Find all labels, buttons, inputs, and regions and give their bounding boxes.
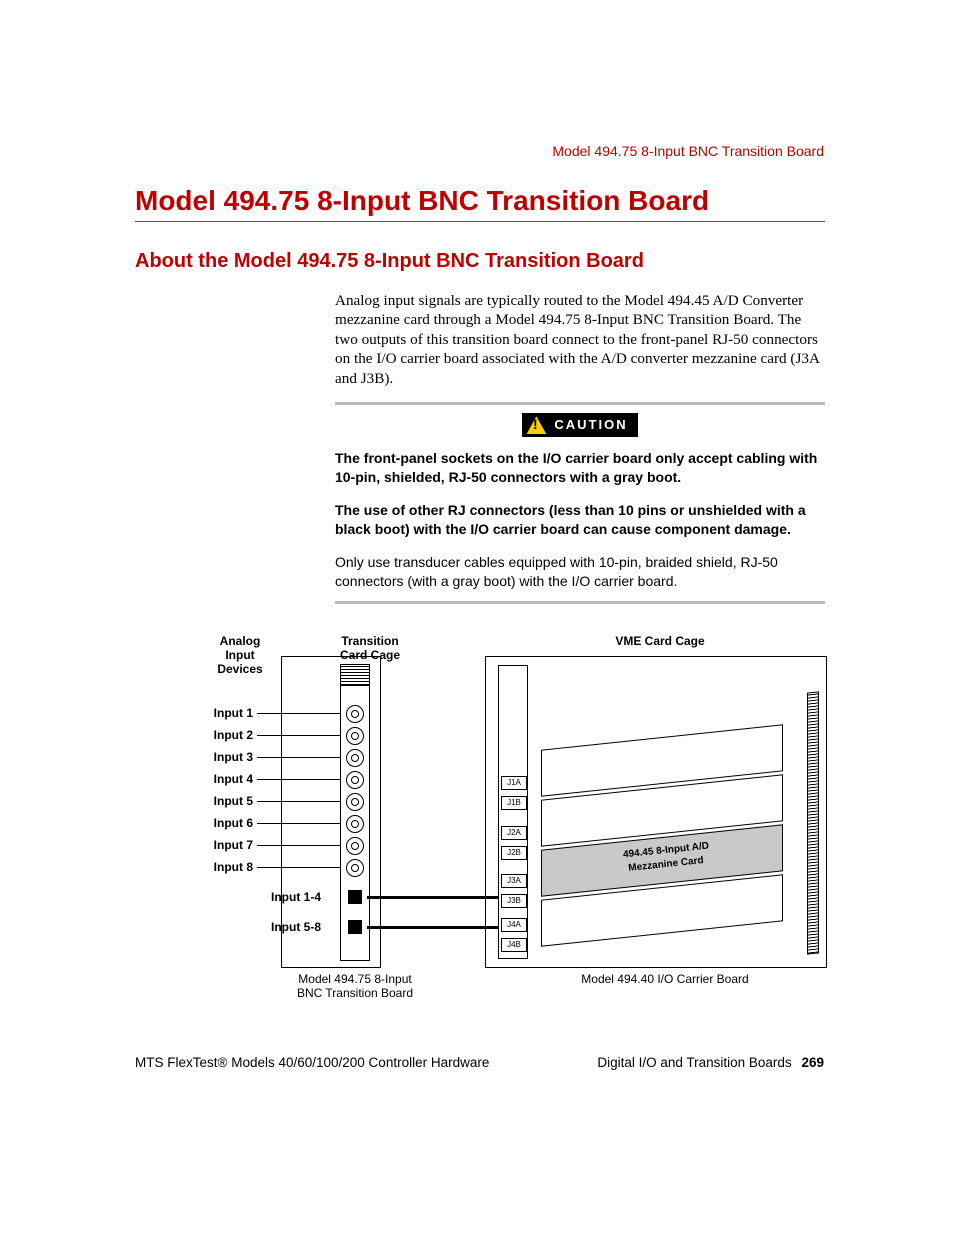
input-label: Input 1 [195, 706, 253, 720]
input-label: Input 8 [195, 860, 253, 874]
signal-line [257, 823, 341, 824]
caution-badge-wrap: ! CAUTION [335, 413, 825, 437]
signal-line [257, 735, 341, 736]
j-connector-label: J3A [501, 874, 527, 888]
output-group-label: Input 5-8 [263, 920, 321, 934]
warning-triangle-icon: ! [526, 416, 546, 434]
io-carrier-faceplate: J1A J1B J2A J2B J3A J3B J4A J4B [498, 665, 528, 959]
signal-line [257, 845, 341, 846]
caption-text: Model 494.75 8-Input [298, 972, 411, 986]
footer-left: MTS FlexTest® Models 40/60/100/200 Contr… [135, 1055, 489, 1070]
bnc-connector-icon [346, 837, 364, 855]
backplane-connector-icon [807, 691, 819, 954]
output-group-label: Input 1-4 [263, 890, 321, 904]
carrier-board-3d: 494.45 8-Input A/D Mezzanine Card [541, 687, 811, 957]
bnc-connector-icon [346, 727, 364, 745]
j-connector-label: J4A [501, 918, 527, 932]
j-connector-label: J4B [501, 938, 527, 952]
vme-card-cage-label: VME Card Cage [485, 634, 835, 648]
wiring-diagram: Analog Input Devices Transition Card Cag… [135, 634, 825, 1004]
caution-rule-top [335, 402, 825, 405]
footer-right: Digital I/O and Transition Boards 269 [597, 1055, 824, 1070]
bnc-connector-icon [346, 859, 364, 877]
heading-1: Model 494.75 8-Input BNC Transition Boar… [135, 185, 825, 217]
analog-input-devices-label: Analog Input Devices [190, 634, 290, 677]
rj50-connector-icon [348, 920, 362, 934]
signal-line [257, 801, 341, 802]
diagram-caption-right: Model 494.40 I/O Carrier Board [535, 972, 795, 986]
page-number: 269 [801, 1055, 824, 1070]
signal-line [257, 757, 341, 758]
body-text-block: Analog input signals are typically route… [335, 291, 825, 604]
j-connector-label: J1A [501, 776, 527, 790]
heading-rule [135, 221, 825, 222]
caption-text: BNC Transition Board [297, 986, 413, 1000]
input-label: Input 4 [195, 772, 253, 786]
intro-paragraph: Analog input signals are typically route… [335, 291, 825, 388]
post-caution-paragraph: Only use transducer cables equipped with… [335, 553, 825, 591]
rj50-connector-icon [348, 890, 362, 904]
input-label: Input 5 [195, 794, 253, 808]
input-label: Input 2 [195, 728, 253, 742]
bnc-connector-icon [346, 749, 364, 767]
caution-paragraph-1: The front-panel sockets on the I/O carri… [335, 449, 825, 487]
bnc-connector-icon [346, 793, 364, 811]
heading-2: About the Model 494.75 8-Input BNC Trans… [135, 250, 825, 273]
bnc-connector-icon [346, 771, 364, 789]
input-label: Input 3 [195, 750, 253, 764]
input-label: Input 7 [195, 838, 253, 852]
bnc-connector-icon [346, 705, 364, 723]
signal-line [257, 867, 341, 868]
j-connector-label: J2A [501, 826, 527, 840]
j-connector-label: J2B [501, 846, 527, 860]
transition-card [340, 664, 370, 961]
input-label: Input 6 [195, 816, 253, 830]
diagram-caption-left: Model 494.75 8-Input BNC Transition Boar… [285, 972, 425, 1000]
signal-line [257, 779, 341, 780]
page-content: Model 494.75 8-Input BNC Transition Boar… [135, 140, 825, 1004]
bnc-connector-icon [346, 815, 364, 833]
caution-label: CAUTION [554, 417, 627, 434]
j-connector-label: J1B [501, 796, 527, 810]
transition-card-header [341, 665, 369, 686]
footer-section: Digital I/O and Transition Boards [597, 1055, 791, 1070]
caution-badge: ! CAUTION [522, 413, 637, 437]
caution-rule-bottom [335, 601, 825, 604]
j-connector-label: J3B [501, 894, 527, 908]
signal-line [257, 713, 341, 714]
vme-cage-frame: J1A J1B J2A J2B J3A J3B J4A J4B 494.45 8… [485, 656, 827, 968]
page-footer: MTS FlexTest® Models 40/60/100/200 Contr… [135, 1055, 824, 1070]
caution-paragraph-2: The use of other RJ connectors (less tha… [335, 501, 825, 539]
